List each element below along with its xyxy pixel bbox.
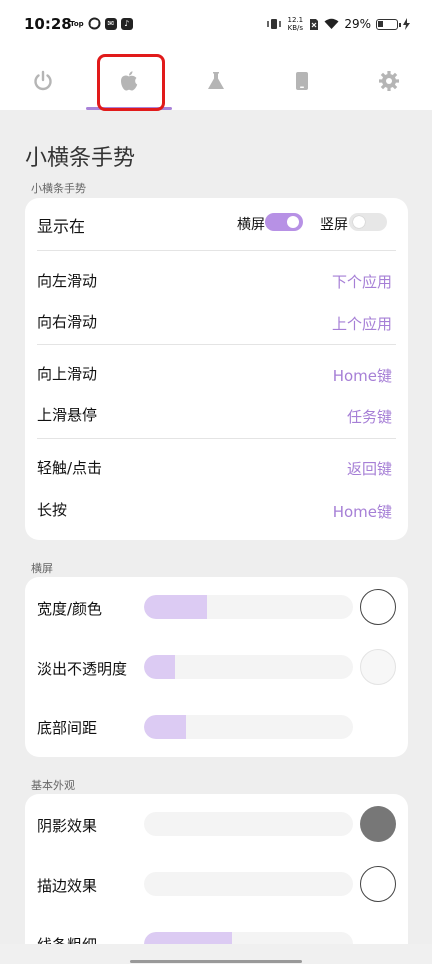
- tab-apple[interactable]: [86, 52, 172, 110]
- divider: [37, 438, 396, 439]
- gesture-handle[interactable]: [130, 960, 302, 963]
- appearance-card: 阴影效果 描边效果 线条粗细: [25, 794, 408, 964]
- opacity-swatch[interactable]: [360, 649, 396, 685]
- toggle-knob: [287, 216, 299, 228]
- section-label-landscape: 横屏: [31, 562, 53, 575]
- netspeed-icon: 12.1 KB/s: [286, 16, 304, 32]
- section-label-appearance: 基本外观: [31, 779, 75, 792]
- landscape-toggle[interactable]: [265, 213, 303, 231]
- gesture-row-label: 向上滑动: [37, 365, 98, 383]
- tab-phone[interactable]: [259, 52, 345, 110]
- gesture-row-label: 上滑悬停: [37, 406, 98, 424]
- wifi-icon: [324, 18, 339, 29]
- net-speed-value: 12.1: [287, 16, 304, 24]
- status-right: 12.1 KB/s 29%: [267, 16, 410, 32]
- sync-icon: [88, 17, 101, 30]
- width-slider[interactable]: [144, 595, 353, 619]
- bottom-margin-slider[interactable]: [144, 715, 353, 739]
- tiktok-icon: ♪: [120, 17, 133, 30]
- gesture-action-value[interactable]: 下个应用: [332, 271, 392, 292]
- battery-percent: 29%: [344, 17, 371, 31]
- top-app-icon: Top: [70, 19, 84, 28]
- gear-icon: [379, 71, 399, 91]
- gesture-action-value[interactable]: Home键: [333, 501, 392, 522]
- toggle-knob: [353, 216, 365, 228]
- status-time: 10:28: [24, 15, 72, 33]
- gesture-action-value[interactable]: 返回键: [347, 458, 392, 479]
- page-title: 小横条手势: [25, 146, 136, 171]
- status-bar: 10:28 Top ✉ ♪ 12.1 KB/s 29%: [0, 0, 432, 52]
- section-label-gestures: 小横条手势: [31, 182, 86, 195]
- gesture-row-label: 轻触/点击: [37, 459, 103, 477]
- divider: [37, 344, 396, 345]
- gesture-action-value[interactable]: 任务键: [347, 406, 392, 427]
- fade-opacity-slider[interactable]: [144, 655, 353, 679]
- tab-settings[interactable]: [346, 52, 432, 110]
- stroke-slider[interactable]: [144, 872, 353, 896]
- shadow-color-swatch[interactable]: [360, 806, 396, 842]
- gesture-row-label: 向左滑动: [37, 272, 98, 290]
- gesture-action-value[interactable]: Home键: [333, 365, 392, 386]
- portrait-toggle[interactable]: [349, 213, 387, 231]
- sim-icon: [310, 18, 319, 30]
- gesture-action-value[interactable]: 上个应用: [332, 313, 392, 334]
- tab-power[interactable]: [0, 52, 86, 110]
- tab-flask[interactable]: [173, 52, 259, 110]
- slider-fill: [144, 715, 186, 739]
- battery-icon: [376, 18, 401, 30]
- shadow-slider[interactable]: [144, 812, 353, 836]
- gesture-row-label: 向右滑动: [37, 313, 98, 331]
- gesture-card: 显示在 横屏 竖屏 向左滑动 下个应用 向右滑动 上个应用 向上滑动 Home键…: [25, 198, 408, 540]
- notification-icons: Top ✉ ♪: [70, 17, 133, 30]
- net-speed-unit: KB/s: [287, 24, 304, 32]
- slider-fill: [144, 655, 176, 679]
- fade-opacity-label: 淡出不透明度: [37, 660, 128, 678]
- apple-icon: [121, 71, 138, 91]
- landscape-card: 宽度/颜色 淡出不透明度 底部间距: [25, 577, 408, 757]
- charging-icon: [403, 18, 410, 30]
- width-color-label: 宽度/颜色: [37, 600, 103, 618]
- flask-icon: [208, 72, 224, 89]
- stroke-effect-label: 描边效果: [37, 877, 98, 895]
- gesture-row-label: 长按: [37, 501, 68, 519]
- portrait-toggle-label: 竖屏: [320, 217, 348, 233]
- power-icon: [34, 70, 52, 91]
- bottom-margin-label: 底部间距: [37, 719, 98, 737]
- stroke-color-swatch[interactable]: [360, 866, 396, 902]
- shadow-effect-label: 阴影效果: [37, 817, 98, 835]
- tab-bar: [0, 52, 432, 110]
- tab-indicator: [86, 107, 172, 110]
- show-on-label: 显示在: [37, 217, 86, 236]
- color-swatch[interactable]: [360, 589, 396, 625]
- slider-fill: [144, 595, 207, 619]
- mail-icon: ✉: [104, 17, 117, 30]
- landscape-toggle-label: 横屏: [237, 217, 265, 233]
- phone-icon: [296, 72, 308, 90]
- divider: [37, 250, 396, 251]
- vibrate-icon: [267, 19, 282, 29]
